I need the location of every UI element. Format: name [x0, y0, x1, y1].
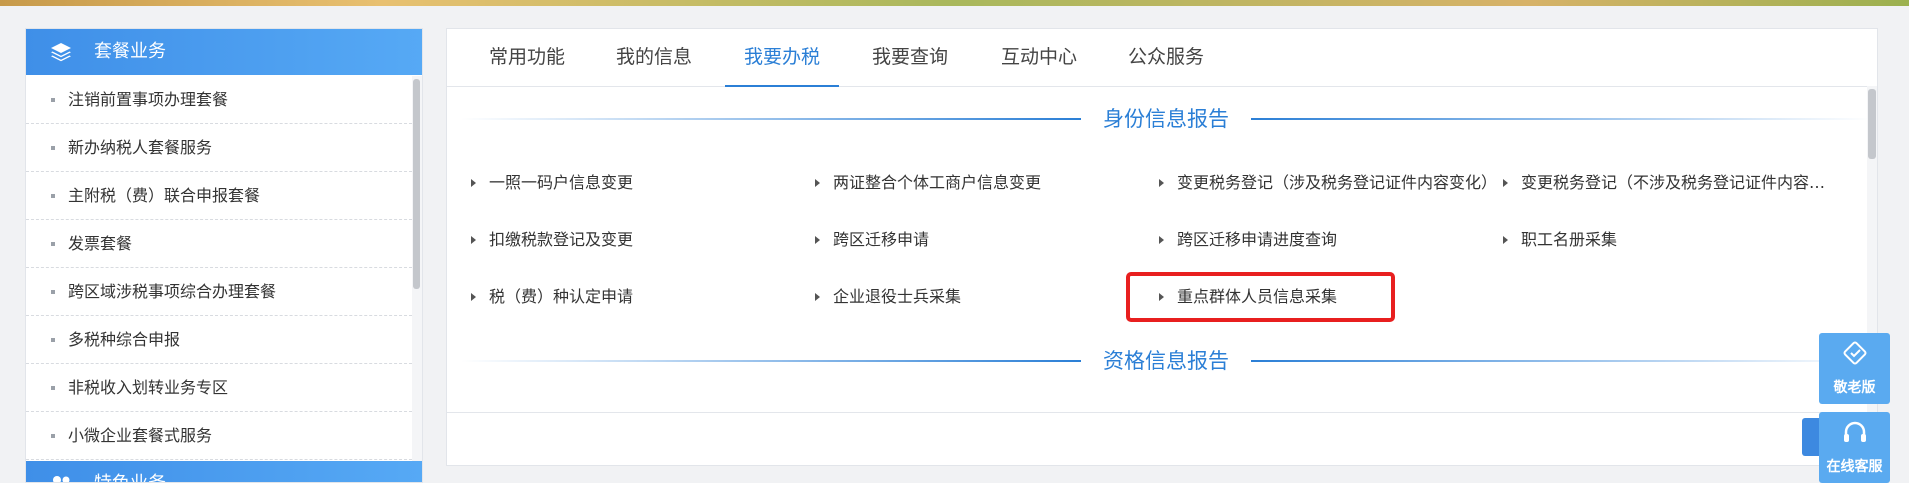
package-business-title: 套餐业务: [94, 29, 166, 75]
top-banner: [0, 0, 1909, 6]
package-item[interactable]: 多税种综合申报: [26, 316, 412, 364]
package-list: 注销前置事项办理套餐 新办纳税人套餐服务 主附税（费）联合申报套餐 发票套餐 跨…: [26, 76, 412, 460]
package-item[interactable]: 发票套餐: [26, 220, 412, 268]
package-item[interactable]: 主附税（费）联合申报套餐: [26, 172, 412, 220]
section-title-identity: 身份信息报告: [461, 104, 1871, 134]
left-package-panel: 套餐业务 注销前置事项办理套餐 新办纳税人套餐服务 主附税（费）联合申报套餐 发…: [25, 28, 423, 483]
service-link[interactable]: 变更税务登记（涉及税务登记证件内容变化）: [1155, 171, 1497, 195]
elderly-mode-button[interactable]: 敬老版: [1819, 333, 1890, 404]
tab-common-functions[interactable]: 常用功能: [487, 29, 567, 86]
tab-interaction-center[interactable]: 互动中心: [999, 29, 1079, 86]
service-link[interactable]: 变更税务登记（不涉及税务登记证件内容变化）: [1499, 171, 1841, 195]
tab-public-service[interactable]: 公众服务: [1126, 29, 1206, 86]
left-scrollbar-thumb[interactable]: [413, 79, 420, 289]
online-service-button[interactable]: 在线客服: [1819, 412, 1890, 483]
service-link[interactable]: 跨区迁移申请进度查询: [1155, 228, 1497, 252]
content-divider: [447, 412, 1877, 413]
service-link[interactable]: 职工名册采集: [1499, 228, 1841, 252]
tab-my-info[interactable]: 我的信息: [614, 29, 694, 86]
package-item[interactable]: 跨区域涉税事项综合办理套餐: [26, 268, 412, 316]
section-title-qualification: 资格信息报告: [461, 346, 1871, 376]
tab-tax-handling[interactable]: 我要办税: [725, 29, 839, 86]
service-link[interactable]: 跨区迁移申请: [811, 228, 1153, 252]
tab-query[interactable]: 我要查询: [870, 29, 950, 86]
service-link[interactable]: 两证整合个体工商户信息变更: [811, 171, 1153, 195]
service-link-highlighted[interactable]: 重点群体人员信息采集: [1155, 285, 1497, 309]
package-item[interactable]: 注销前置事项办理套餐: [26, 76, 412, 124]
package-item[interactable]: 小微企业套餐式服务: [26, 412, 412, 460]
service-link[interactable]: 税（费）种认定申请: [467, 285, 809, 309]
tab-bar: 常用功能 我的信息 我要办税 我要查询 互动中心 公众服务: [447, 29, 1877, 87]
main-content-panel: 常用功能 我的信息 我要办税 我要查询 互动中心 公众服务 身份信息报告 一照一…: [446, 28, 1878, 466]
main-scrollbar-thumb[interactable]: [1868, 89, 1876, 159]
service-link[interactable]: 企业退役士兵采集: [811, 285, 1153, 309]
section-title-text: 资格信息报告: [461, 346, 1871, 376]
section-title-text: 身份信息报告: [461, 104, 1871, 134]
special-business-header[interactable]: 特色业务: [26, 461, 422, 483]
special-business-title: 特色业务: [94, 461, 166, 483]
layers-icon: [50, 42, 72, 62]
package-item[interactable]: 非税收入划转业务专区: [26, 364, 412, 412]
package-business-header[interactable]: 套餐业务: [26, 29, 422, 75]
hand-heart-icon: [1841, 341, 1869, 369]
package-item[interactable]: 新办纳税人套餐服务: [26, 124, 412, 172]
headset-icon: [1841, 420, 1869, 448]
elderly-mode-label: 敬老版: [1819, 377, 1890, 397]
online-service-label: 在线客服: [1819, 456, 1890, 476]
service-link[interactable]: 扣缴税款登记及变更: [467, 228, 809, 252]
service-link[interactable]: 一照一码户信息变更: [467, 171, 809, 195]
people-icon: [50, 474, 72, 483]
